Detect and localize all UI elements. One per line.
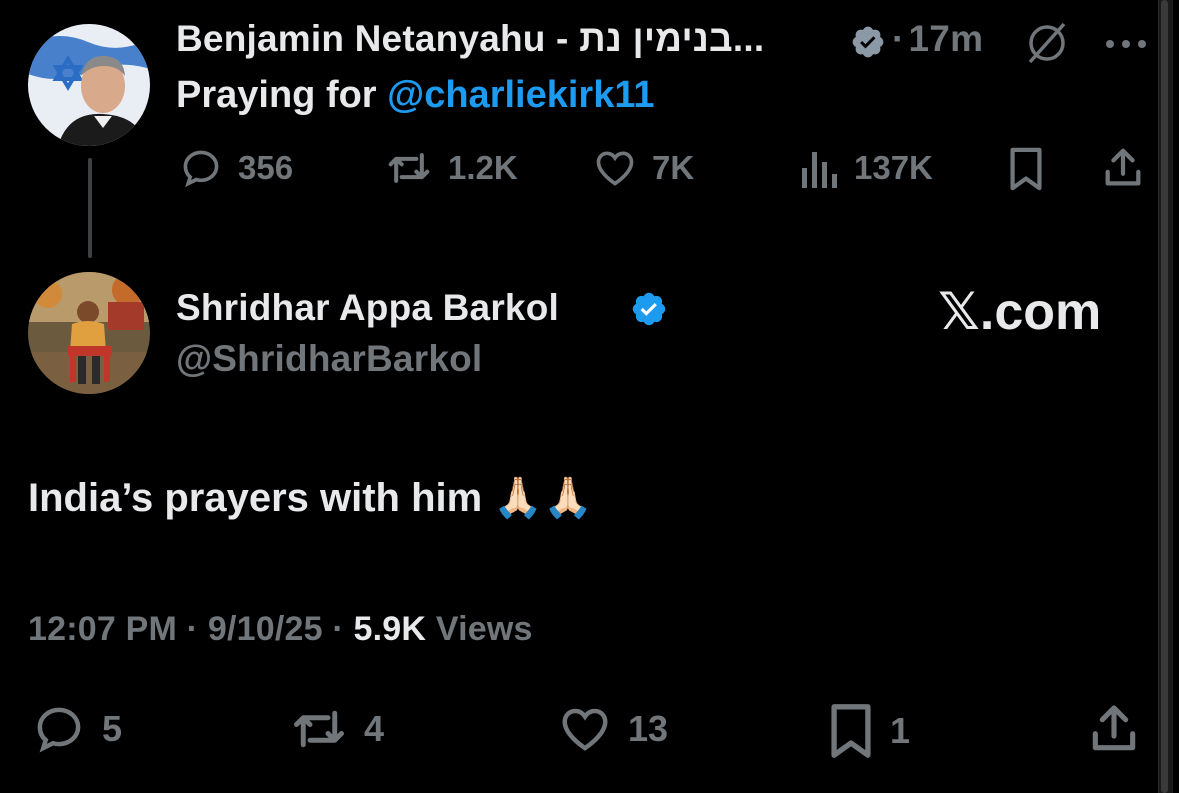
more-icon[interactable] — [1105, 36, 1147, 54]
post-date[interactable]: 9/10/25 — [208, 610, 323, 648]
author-name-shridhar[interactable]: Shridhar Appa Barkol — [176, 287, 559, 329]
grok-icon[interactable] — [1024, 22, 1070, 69]
reply-icon — [37, 707, 81, 753]
repost-icon — [388, 153, 430, 183]
reply-button[interactable]: 356 — [178, 146, 293, 190]
views-icon — [802, 152, 837, 188]
reply-text: India’s prayers with him 🙏🏻🙏🏻 — [28, 476, 593, 520]
verified-icon — [630, 290, 668, 333]
views-label: Views — [435, 610, 533, 648]
thread-connector-line — [88, 158, 92, 258]
avatar-netanyahu[interactable] — [28, 24, 150, 146]
views-button[interactable]: 137K — [800, 146, 933, 190]
bookmark-icon[interactable] — [1006, 146, 1046, 197]
repost-button[interactable]: 4 — [288, 702, 384, 756]
repost-button[interactable]: 1.2K — [384, 146, 518, 190]
post-meta: 12:07 PM · 9/10/25 · 5.9K Views — [28, 610, 533, 648]
post-time[interactable]: · 17m — [892, 18, 983, 60]
handle[interactable]: @ShridharBarkol — [176, 338, 482, 380]
mention-link[interactable]: @charliekirk11 — [387, 74, 654, 116]
like-icon — [596, 151, 634, 186]
like-icon — [562, 708, 608, 751]
author-name-netanyahu[interactable]: Benjamin Netanyahu - בנימין נת... — [176, 18, 764, 60]
display-name[interactable]: Benjamin Netanyahu - בנימין נת... — [176, 18, 764, 59]
like-button[interactable]: 13 — [556, 702, 668, 756]
brand-watermark: 𝕏.com — [938, 283, 1102, 341]
timestamp[interactable]: 12:07 PM — [28, 610, 177, 648]
bookmark-icon — [831, 704, 871, 758]
reply-button[interactable]: 5 — [30, 702, 122, 756]
scrollbar-thumb[interactable] — [1161, 0, 1168, 793]
share-icon[interactable] — [1100, 144, 1146, 197]
post-text: Praying for @charliekirk11 — [176, 74, 655, 116]
avatar-shridhar[interactable] — [28, 272, 150, 394]
display-name[interactable]: Shridhar Appa Barkol — [176, 287, 559, 328]
verified-icon — [850, 24, 886, 65]
like-button[interactable]: 7K — [592, 146, 694, 190]
reply-icon — [183, 150, 219, 188]
bookmark-button[interactable]: 1 — [826, 702, 910, 760]
views-count: 5.9K — [353, 610, 427, 648]
share-icon[interactable] — [1086, 700, 1142, 763]
repost-icon — [294, 710, 344, 748]
